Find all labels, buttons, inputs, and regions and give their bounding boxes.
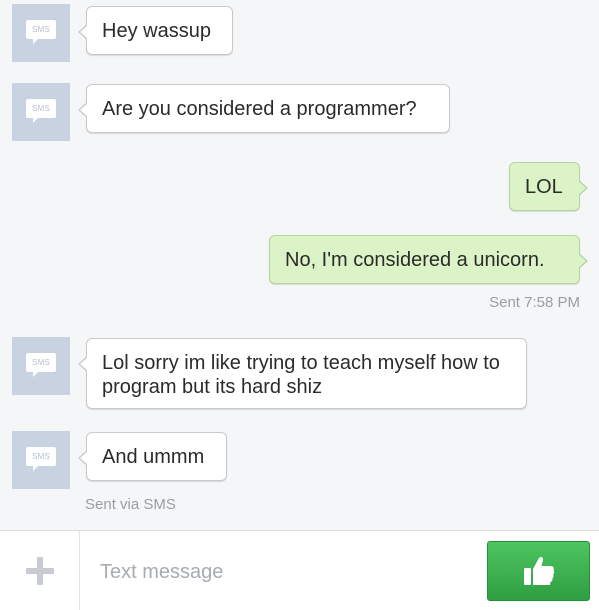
send-thumbs-up-button[interactable] [487,541,590,601]
incoming-message-bubble[interactable]: And ummm [78,432,227,481]
message-thread: SMS Hey wassup SMS Are you considered a … [0,0,599,530]
sms-icon-label: SMS [26,20,56,39]
sms-icon: SMS [26,99,56,125]
contact-avatar: SMS [12,83,70,141]
contact-avatar: SMS [12,337,70,395]
plus-icon [25,556,54,585]
sms-icon: SMS [26,353,56,379]
incoming-message-bubble[interactable]: Are you considered a programmer? [78,84,450,133]
message-composer [0,530,599,610]
outgoing-message-bubble[interactable]: LOL [509,162,588,211]
contact-avatar: SMS [12,431,70,489]
sms-icon-label: SMS [26,353,56,372]
contact-avatar: SMS [12,4,70,62]
sms-icon: SMS [26,447,56,473]
sms-icon-label: SMS [26,447,56,466]
sent-via-label: Sent via SMS [85,496,176,513]
incoming-message-bubble[interactable]: Hey wassup [78,6,233,55]
add-attachment-button[interactable] [0,531,80,610]
sms-icon: SMS [26,20,56,46]
sms-icon-label: SMS [26,99,56,118]
sent-timestamp: Sent 7:58 PM [489,294,580,311]
outgoing-message-bubble[interactable]: No, I'm considered a unicorn. [269,235,588,284]
text-message-input[interactable] [98,555,472,589]
thumbs-up-icon [523,556,554,585]
incoming-message-bubble[interactable]: Lol sorry im like trying to teach myself… [78,338,527,409]
